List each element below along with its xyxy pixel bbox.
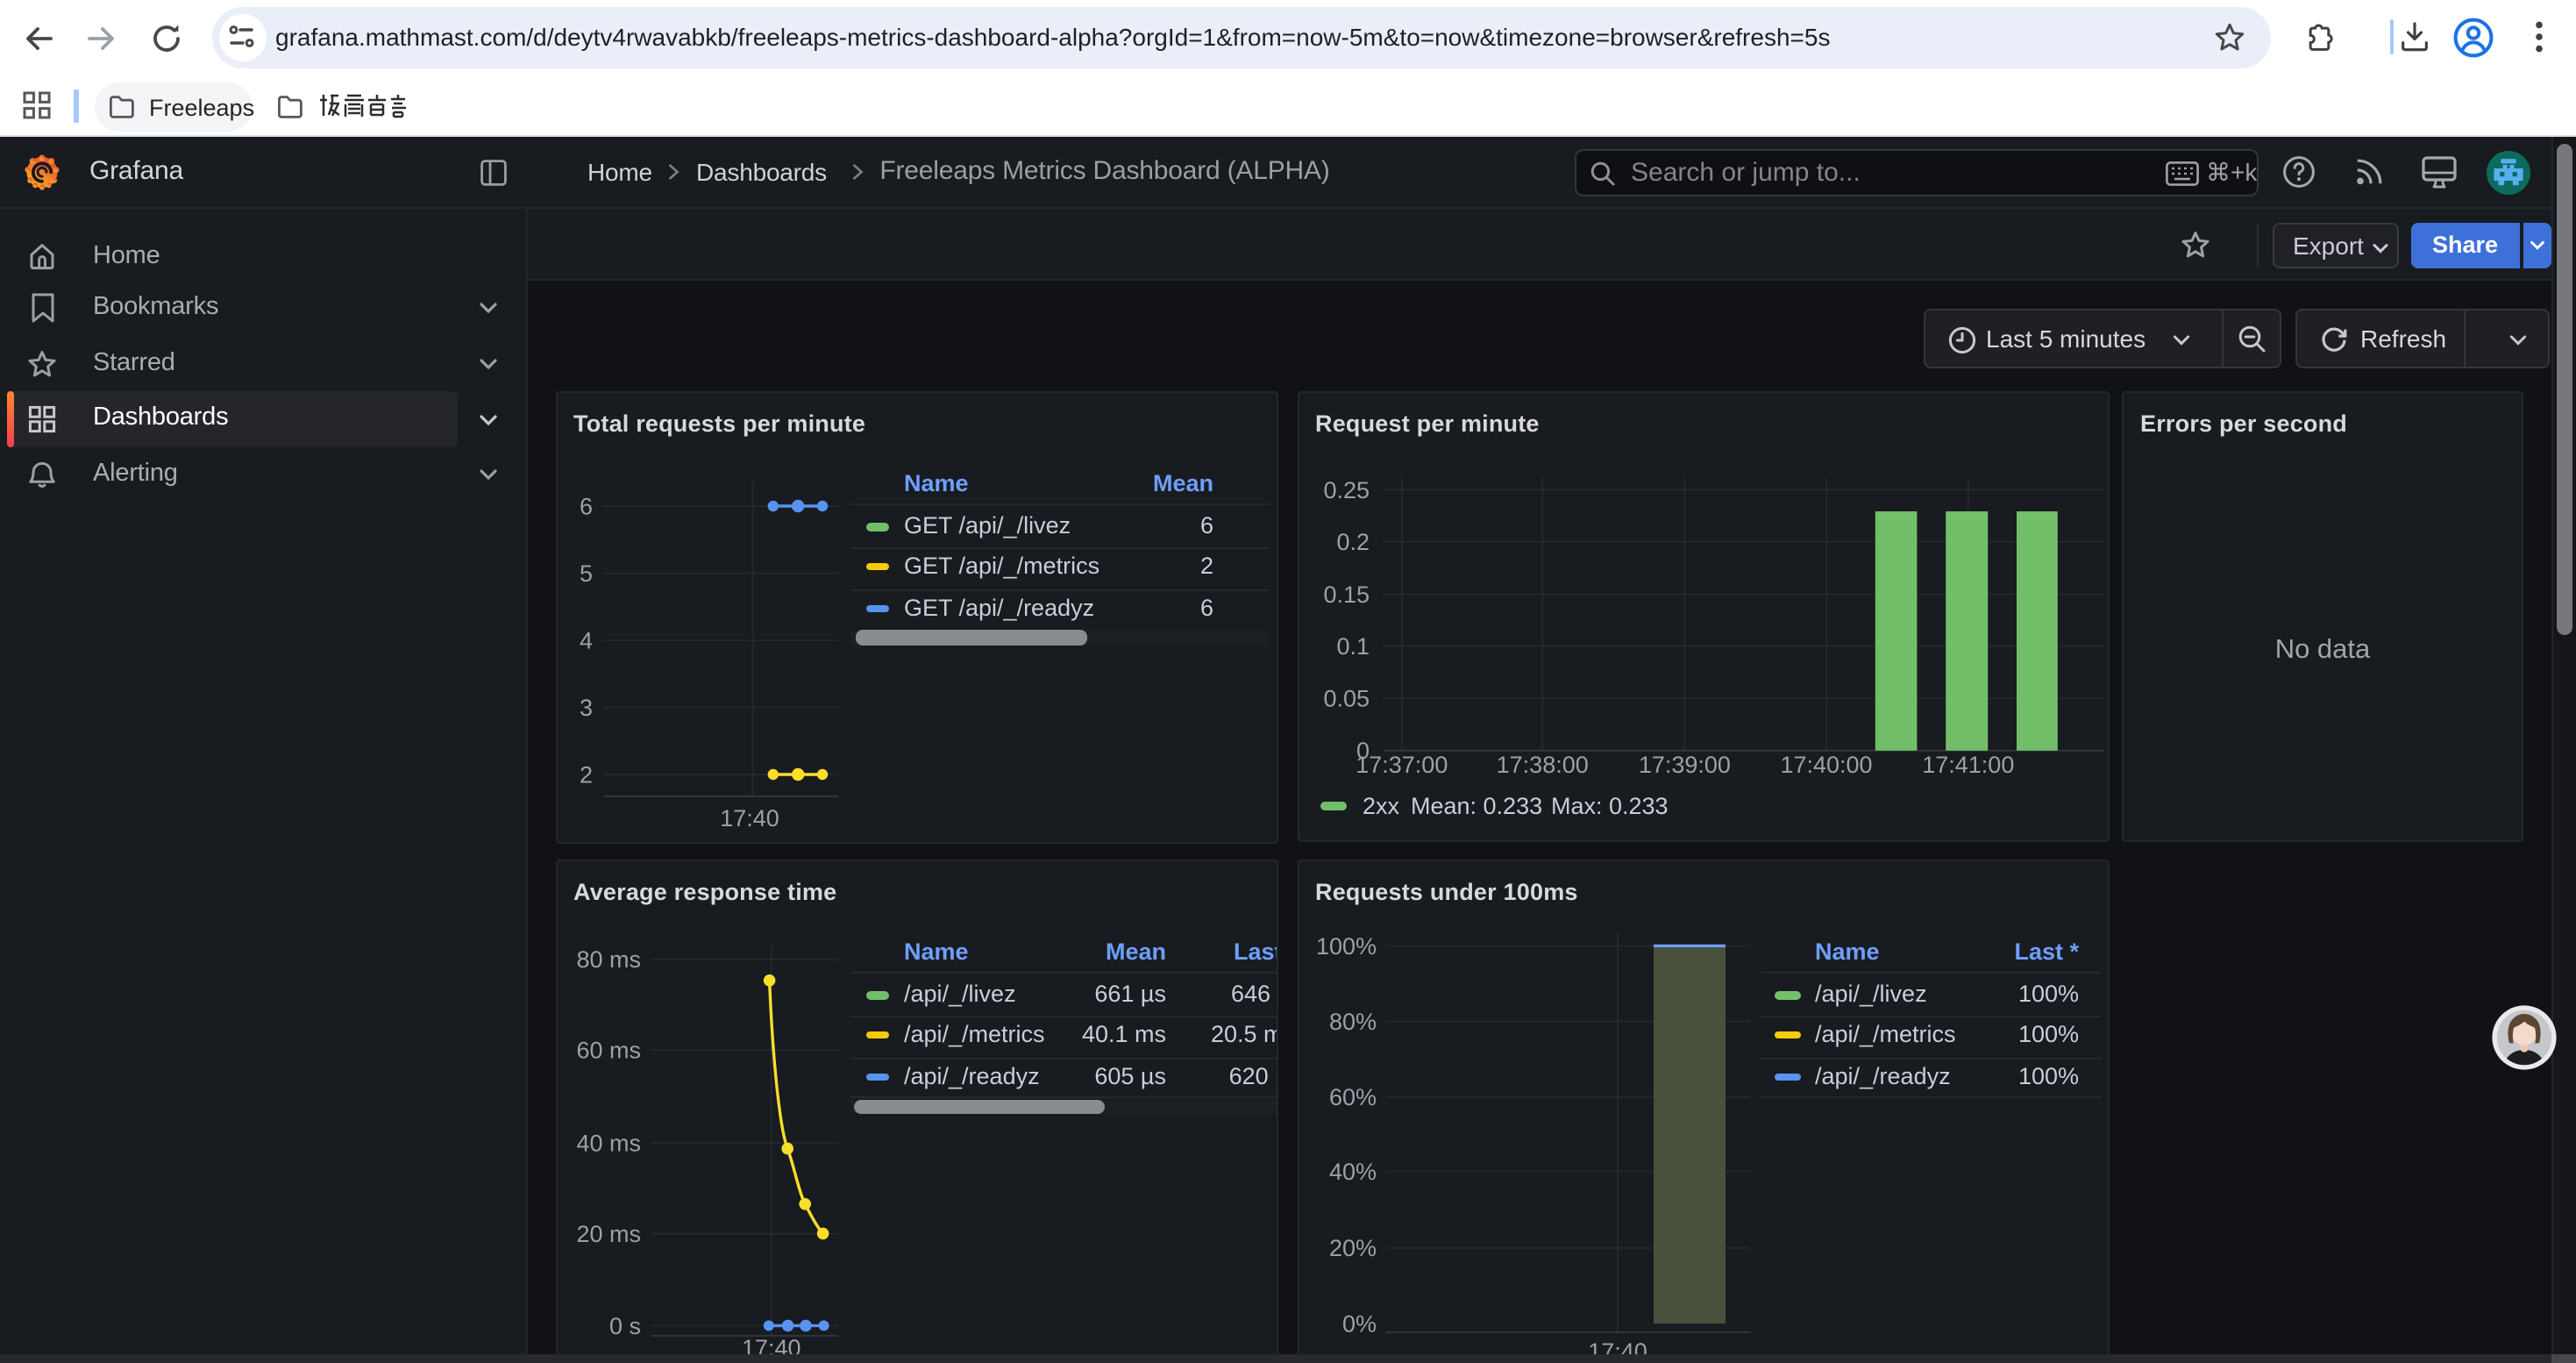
svg-text:80 ms: 80 ms bbox=[575, 946, 640, 972]
svg-text:5: 5 bbox=[579, 560, 592, 586]
svg-text:40%: 40% bbox=[1328, 1158, 1376, 1184]
svg-text:0.1: 0.1 bbox=[1335, 632, 1369, 659]
svg-text:20%: 20% bbox=[1328, 1234, 1376, 1260]
svg-text:2: 2 bbox=[579, 760, 592, 787]
svg-text:17:41:00: 17:41:00 bbox=[1921, 751, 2013, 777]
svg-text:0.25: 0.25 bbox=[1322, 476, 1369, 503]
svg-text:0 s: 0 s bbox=[608, 1312, 640, 1338]
svg-text:6: 6 bbox=[579, 492, 592, 518]
svg-text:4: 4 bbox=[579, 626, 592, 653]
svg-text:0.15: 0.15 bbox=[1322, 581, 1369, 607]
svg-text:17:40: 17:40 bbox=[719, 804, 779, 831]
svg-text:3: 3 bbox=[579, 694, 592, 720]
svg-text:0.2: 0.2 bbox=[1335, 528, 1369, 554]
svg-text:0.05: 0.05 bbox=[1322, 685, 1369, 711]
svg-text:17:37:00: 17:37:00 bbox=[1355, 751, 1447, 777]
svg-text:17:38:00: 17:38:00 bbox=[1496, 751, 1588, 777]
svg-text:80%: 80% bbox=[1328, 1008, 1376, 1034]
svg-text:60%: 60% bbox=[1328, 1083, 1376, 1110]
svg-text:17:39:00: 17:39:00 bbox=[1638, 751, 1730, 777]
svg-text:100%: 100% bbox=[1315, 932, 1376, 959]
svg-text:0%: 0% bbox=[1341, 1309, 1376, 1336]
svg-text:17:40:00: 17:40:00 bbox=[1779, 751, 1871, 777]
svg-text:20 ms: 20 ms bbox=[575, 1220, 640, 1246]
svg-text:60 ms: 60 ms bbox=[575, 1036, 640, 1062]
svg-text:40 ms: 40 ms bbox=[575, 1129, 640, 1155]
